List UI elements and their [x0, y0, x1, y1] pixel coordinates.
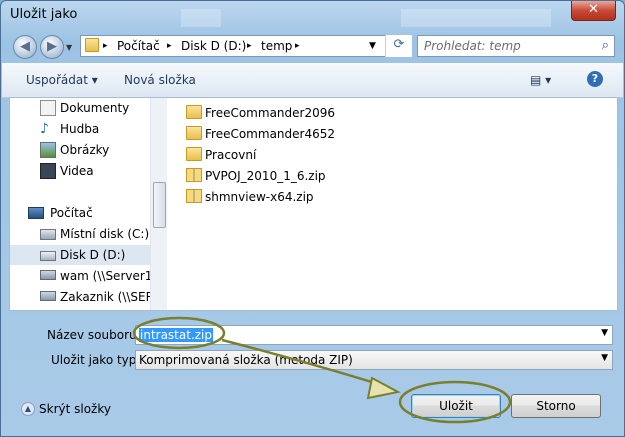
navigation-pane: Dokumenty ♪ Hudba Obrázky Videa Počítač …: [10, 98, 168, 310]
drive-c-icon: [40, 229, 56, 240]
folder-icon: [85, 38, 99, 52]
network-drive-icon: [40, 270, 56, 280]
sidebar-item-label: Obrázky: [60, 143, 110, 157]
file-name: shmnview-x64.zip: [205, 190, 314, 204]
pictures-icon: [40, 142, 56, 158]
documents-icon: [40, 100, 56, 116]
sidebar-item-drive-d[interactable]: Disk D (D:): [10, 245, 150, 265]
file-list: FreeCommander2096 FreeCommander4652 Prac…: [180, 98, 617, 310]
videos-icon: [40, 163, 56, 179]
save-button[interactable]: Uložit: [411, 394, 501, 418]
sidebar-item-label: Hudba: [60, 122, 100, 136]
chevron-down-icon[interactable]: ▼: [601, 328, 608, 338]
filename-field[interactable]: intrastat.zip ▼: [135, 325, 613, 345]
breadcrumb-disk-d[interactable]: Disk D (D:): [181, 39, 246, 53]
computer-icon: [28, 207, 44, 219]
save-as-dialog: Uložit jako ✕ ◀ ▶ ▼ ▸ Počítač ▸ Disk D (…: [0, 0, 625, 437]
sidebar-item-pictures[interactable]: Obrázky: [10, 140, 150, 160]
breadcrumb-computer[interactable]: Počítač: [117, 39, 160, 53]
change-view-button[interactable]: ▤ ▾: [530, 73, 551, 87]
filename-label: Název souboru:: [47, 328, 141, 342]
file-name: Pracovní: [205, 148, 257, 162]
sidebar-item-label: Zakaznik (\\SERV: [60, 290, 162, 304]
sidebar-item-label: Dokumenty: [60, 101, 130, 115]
address-bar[interactable]: ▸ Počítač ▸ Disk D (D:) ▸ temp ▸ ▼: [80, 35, 412, 57]
hide-folders-button[interactable]: ▲ Skrýt složky: [21, 401, 111, 416]
list-item[interactable]: shmnview-x64.zip: [186, 187, 486, 207]
command-bar: Uspořádat ▾ Nová složka ▤ ▾ ?: [2, 63, 623, 98]
file-type-value: Komprimovaná složka (metoda ZIP): [139, 353, 353, 367]
organize-button[interactable]: Uspořádat ▾: [26, 73, 98, 87]
search-input[interactable]: Prohledat: temp: [424, 39, 521, 53]
filename-input-value[interactable]: intrastat.zip: [139, 328, 214, 342]
music-icon: ♪: [40, 121, 49, 137]
file-name: PVPOJ_2010_1_6.zip: [205, 169, 326, 183]
search-box[interactable]: Prohledat: temp ⌕: [417, 35, 615, 57]
breadcrumb-temp[interactable]: temp: [261, 39, 292, 53]
hide-folders-label: Skrýt složky: [39, 401, 111, 416]
sidebar-item-label: Místní disk (C:): [60, 227, 150, 241]
folder-icon: [186, 126, 202, 140]
sidebar-item-label: Disk D (D:): [60, 248, 126, 262]
help-icon[interactable]: ?: [587, 71, 603, 87]
sidebar-item-label: Videa: [60, 164, 94, 178]
back-button[interactable]: ◀: [13, 35, 37, 59]
folder-icon: [186, 147, 202, 161]
navigation-scrollbar[interactable]: [150, 98, 167, 310]
window-title: Uložit jako: [10, 7, 78, 22]
sidebar-item-music[interactable]: ♪ Hudba: [10, 119, 150, 139]
background-window-fragment: [401, 9, 551, 27]
search-icon[interactable]: ⌕: [602, 38, 609, 53]
breadcrumb-separator: ▸: [167, 41, 172, 51]
sidebar-item-network-zakaznik[interactable]: Zakaznik (\\SERV: [10, 287, 162, 307]
breadcrumb-separator: ▸: [103, 41, 108, 51]
title-bar[interactable]: Uložit jako ✕: [1, 1, 624, 29]
file-type-label: Uložit jako typ:: [51, 353, 141, 367]
sidebar-item-computer[interactable]: Počítač: [10, 203, 150, 223]
sidebar-item-label: wam (\\Server1): [60, 269, 158, 283]
sidebar-item-videos[interactable]: Videa: [10, 161, 150, 181]
sidebar-item-network-wam[interactable]: wam (\\Server1): [10, 266, 157, 286]
file-type-select[interactable]: Komprimovaná složka (metoda ZIP) ▼: [135, 350, 613, 370]
breadcrumb-separator: ▸: [295, 41, 300, 51]
list-item[interactable]: FreeCommander2096: [186, 103, 486, 123]
chevron-down-icon[interactable]: ▼: [601, 353, 608, 363]
close-button[interactable]: ✕: [571, 1, 616, 21]
cancel-button[interactable]: Storno: [511, 394, 601, 418]
refresh-button[interactable]: ⟳: [385, 35, 412, 57]
background-window-fragment: [181, 9, 221, 27]
drive-d-icon: [40, 251, 56, 261]
zip-folder-icon: [186, 168, 202, 182]
list-item[interactable]: FreeCommander4652: [186, 124, 486, 144]
scrollbar-thumb[interactable]: [153, 182, 166, 228]
new-folder-button[interactable]: Nová složka: [124, 73, 196, 87]
file-name: FreeCommander4652: [205, 127, 335, 141]
browser-pane: Dokumenty ♪ Hudba Obrázky Videa Počítač …: [9, 97, 618, 311]
breadcrumb-separator: ▸: [247, 41, 252, 51]
forward-button[interactable]: ▶: [40, 35, 64, 59]
address-dropdown-icon[interactable]: ▼: [369, 41, 376, 51]
folder-icon: [186, 105, 202, 119]
chevron-up-icon: ▲: [21, 401, 35, 416]
recent-locations-arrow-icon[interactable]: ▼: [66, 43, 72, 52]
sidebar-item-drive-c[interactable]: Místní disk (C:): [10, 224, 150, 244]
zip-folder-icon: [186, 189, 202, 203]
sidebar-item-label: Počítač: [50, 206, 93, 220]
list-item[interactable]: PVPOJ_2010_1_6.zip: [186, 166, 486, 186]
list-item[interactable]: Pracovní: [186, 145, 486, 165]
sidebar-item-documents[interactable]: Dokumenty: [10, 98, 150, 118]
file-name: FreeCommander2096: [205, 106, 335, 120]
network-drive-icon: [40, 291, 56, 301]
